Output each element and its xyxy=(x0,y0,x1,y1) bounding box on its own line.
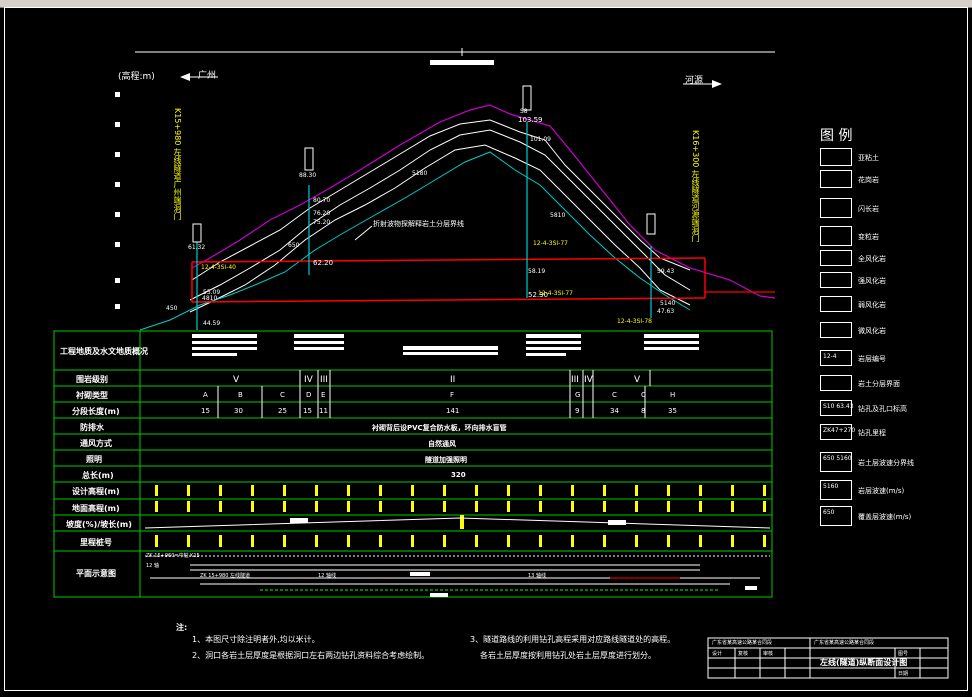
title-block xyxy=(707,637,949,679)
title-block-design: 设计 xyxy=(712,651,723,657)
title-block-drawing: 左线(隧道)纵断面设计图 xyxy=(820,658,908,667)
title-block-project: 广东省某高速公路某合同段 xyxy=(712,640,773,646)
title-block-date: 日期 xyxy=(898,671,909,677)
title-block-project-2: 广东省某高速公路某合同段 xyxy=(814,640,875,646)
title-block-check: 复核 xyxy=(738,651,749,657)
title-block-drawing-no: 图号 xyxy=(898,651,909,657)
title-block-review: 审核 xyxy=(763,651,774,657)
